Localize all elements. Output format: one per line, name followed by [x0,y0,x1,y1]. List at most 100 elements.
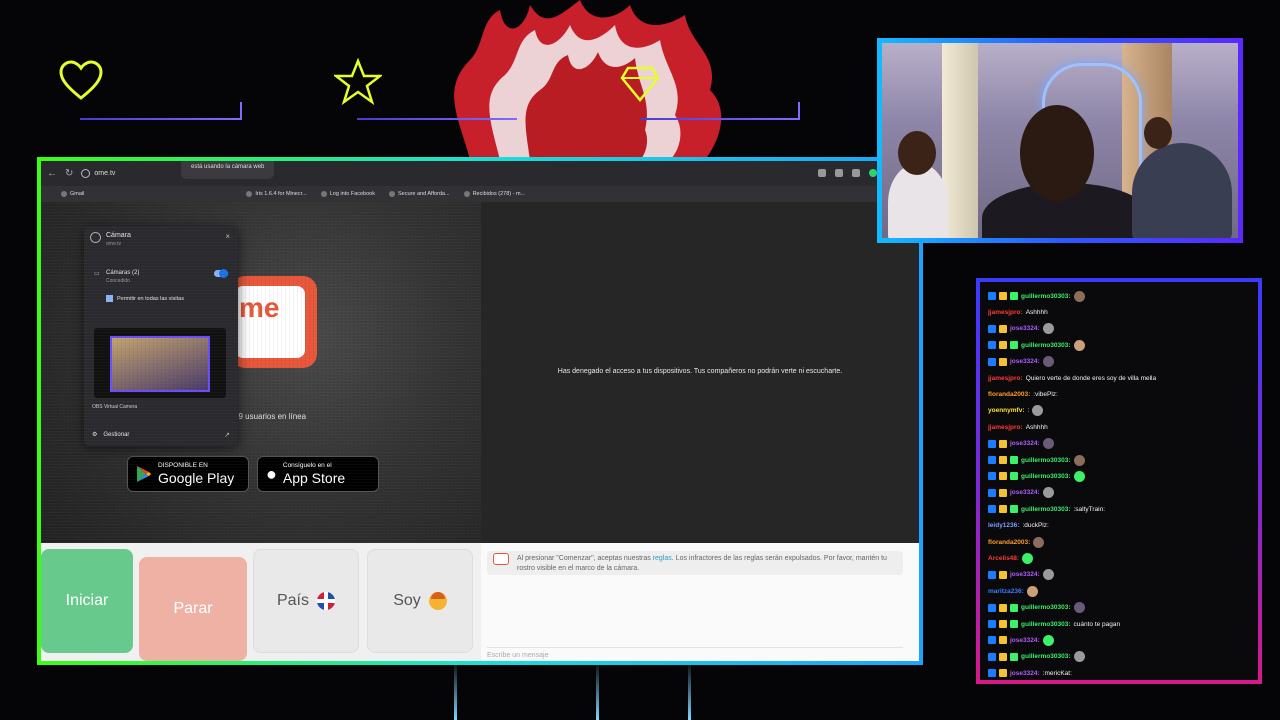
chat-badge-icon [988,488,996,497]
chat-username[interactable]: guillermo30303: [1021,653,1071,660]
address-bar[interactable]: ome.tv [81,169,115,178]
chat-emote-icon [1026,585,1038,597]
star-bookmark-icon[interactable] [852,169,860,177]
camera-toggle[interactable] [214,269,228,278]
chat-username[interactable]: jose3324: [1010,440,1040,447]
google-play-small: DISPONIBLE EN [158,462,208,469]
app-store-small: Consíguelo en el [282,462,332,469]
chat-username[interactable]: guillermo30303: [1021,604,1071,611]
chat-username[interactable]: jjamesjpro: [988,424,1023,431]
chat-username[interactable]: jose3324: [1010,670,1040,677]
decor-glow [688,660,691,720]
stop-button[interactable]: Parar [139,557,247,661]
chat-badge-icon [999,439,1007,448]
chat-badge-icon [1010,505,1018,514]
chat-badge-icon [999,603,1007,612]
chat-username[interactable]: maritza236: [988,588,1024,595]
chat-badge-icon [1010,341,1018,350]
bookmark-item[interactable]: Secure and Afforda... [389,191,450,197]
heart-icon [59,60,103,100]
chat-message: maritza236: [988,583,1250,599]
cameras-label: Cámaras (2) [106,270,140,276]
chat-emote-icon [1042,323,1054,335]
webcam-person [1020,105,1094,201]
bookmark-item[interactable]: Iris 1.6.4 for Minecr... [246,191,307,197]
chat-username[interactable]: guillermo30303: [1021,293,1071,300]
star-icon [334,58,382,106]
chat-badge-icon [999,488,1007,497]
chat-username[interactable]: leidy1236: [988,522,1019,529]
camera-name[interactable]: OBS Virtual Camera [92,404,137,410]
chat-username[interactable]: jose3324: [1010,358,1040,365]
webcam-person [1144,117,1172,149]
bookmark-item[interactable]: Log into Facebook [320,191,375,197]
chat-text: : [1027,407,1030,415]
chat-badge-icon [999,669,1007,678]
chat-emote-icon [1073,290,1085,302]
chat-username[interactable]: jose3324: [1010,637,1040,644]
chat-emote-icon [1073,602,1085,614]
back-icon[interactable]: ← [47,168,57,179]
chat-username[interactable]: floranda2003: [988,539,1030,546]
chat-username[interactable]: guillermo30303: [1021,473,1071,480]
bookmark-label: Secure and Afforda... [398,191,450,197]
bookmark-label: Gmail [70,191,85,197]
app-store-big: App Store [282,470,346,486]
bookmark-item[interactable]: Gmail [61,191,84,197]
chat-username[interactable]: guillermo30303: [1021,457,1071,464]
access-denied-message: Has denegado el acceso a tus dispositivo… [557,368,843,375]
chat-badge-icon [1010,472,1018,481]
diamond-icon [620,66,660,102]
reload-icon[interactable]: ↻ [65,168,73,179]
site-info-icon[interactable] [81,169,91,178]
apple-icon: ● [266,464,277,484]
chat-message: guillermo30303: [988,288,1250,304]
camera-preview [94,328,226,398]
notice-text: Al presionar "Comenzar", aceptas nuestra… [517,555,653,562]
chat-message: guillermo30303: [988,649,1250,665]
chat-message: jjamesjpro: Ashhhh [988,304,1250,320]
bookmark-favicon-icon [389,191,395,197]
manage-link[interactable]: ⚙ Gestionar [92,431,130,439]
message-input[interactable]: Escribe un mensaje [487,647,903,659]
chat-badge-icon [999,652,1007,661]
app-store-button[interactable]: ● Consíguelo en el App Store [257,456,379,492]
chat-username[interactable]: yoennymfv: [988,407,1024,414]
chat-username[interactable]: jjamesjpro: [988,375,1023,382]
back-arrow-icon[interactable] [90,232,101,243]
chat-emote-icon [1042,634,1054,646]
manage-label: Gestionar [103,431,130,438]
popup-title: Cámara [106,232,131,239]
chat-message: guillermo30303: [988,599,1250,615]
gender-label: Soy [393,592,421,609]
camera-indicator-icon[interactable] [818,169,826,177]
translate-icon[interactable] [835,169,843,177]
gender-button[interactable]: Soy [367,549,473,653]
chat-username[interactable]: guillermo30303: [1021,506,1071,513]
popup-site: ome.tv [106,241,122,247]
chat-username[interactable]: guillermo30303: [1021,621,1071,628]
chat-username[interactable]: guillermo30303: [1021,342,1071,349]
chat-username[interactable]: jjamesjpro: [988,309,1023,316]
chat-message: guillermo30303: :saltyTrain: [988,501,1250,517]
extension-icon[interactable] [869,169,877,177]
chat-text: :vibePlz: [1033,391,1058,399]
allow-always-checkbox[interactable]: Permitir en todas las visitas [106,295,184,302]
close-icon[interactable]: × [225,232,230,241]
chat-username[interactable]: jose3324: [1010,325,1040,332]
open-external-icon[interactable]: ↗ [224,431,230,439]
chat-username[interactable]: floranda2003: [988,391,1030,398]
chat-username[interactable]: jose3324: [1010,489,1040,496]
rules-link[interactable]: reglas [653,555,672,562]
chat-text: Ashhhh [1025,309,1048,317]
chat-badge-icon [1010,652,1018,661]
chat-username[interactable]: jose3324: [1010,571,1040,578]
cameras-status: Concedido [106,278,130,284]
chat-username[interactable]: Arcelis48: [988,555,1019,562]
start-button[interactable]: Iniciar [41,549,133,653]
country-button[interactable]: País [253,549,359,653]
chat-badge-icon [999,505,1007,514]
google-play-button[interactable]: DISPONIBLE EN Google Play [127,456,249,492]
bookmark-item[interactable]: Recibidos (278) - m... [463,191,525,197]
mail-icon [463,191,470,197]
